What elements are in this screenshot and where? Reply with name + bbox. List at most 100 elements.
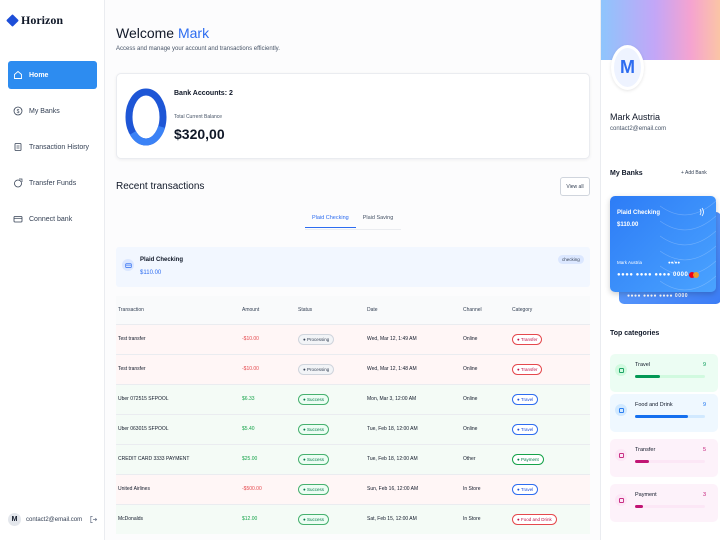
status-text: Success <box>306 456 324 462</box>
tab-plaid-saving[interactable]: Plaid Saving <box>356 212 401 228</box>
tabs-divider <box>305 229 401 230</box>
main-content: Welcome Mark Access and manage your acco… <box>105 0 600 540</box>
page-title: Welcome Mark <box>116 25 209 41</box>
logout-icon[interactable] <box>89 515 98 524</box>
sidebar-item-label: My Banks <box>29 107 60 115</box>
sidebar-item-label: Transaction History <box>29 143 90 151</box>
transaction-channel: Online <box>461 413 510 444</box>
profile-email: contact2@email.com <box>610 126 667 132</box>
view-all-button[interactable]: View all <box>560 177 590 196</box>
page-subtitle: Access and manage your account and trans… <box>116 46 280 52</box>
brand-name: Horizon <box>21 13 63 27</box>
category-text: Food and Drink <box>520 516 552 522</box>
category-card[interactable]: Travel 9 <box>610 354 718 392</box>
column-header: Channel <box>461 296 510 324</box>
home-icon <box>14 70 22 79</box>
avatar: M <box>8 513 21 526</box>
category-card[interactable]: Transfer 5 <box>610 439 718 477</box>
balance-card: Bank Accounts: 2 Total Current Balance $… <box>116 73 590 159</box>
sidebar-item-my-banks[interactable]: $ My Banks <box>8 97 97 125</box>
status-text: Processing <box>306 336 330 342</box>
contactless-icon <box>699 207 704 217</box>
transaction-channel: Other <box>461 443 510 474</box>
card-holder-name: Mark Austria <box>617 260 643 265</box>
sidebar-item-home[interactable]: Home <box>8 61 97 89</box>
column-header: Date <box>365 296 461 324</box>
sidebar-item-transaction-history[interactable]: Transaction History <box>8 133 97 161</box>
plane-icon <box>615 364 627 376</box>
card-balance: $110.00 <box>617 222 639 228</box>
transaction-amount: $5.40 <box>240 413 296 444</box>
bag-icon <box>615 494 627 506</box>
transaction-channel: In Store <box>461 473 510 504</box>
category-card[interactable]: Payment 3 <box>610 484 718 522</box>
table-row[interactable]: Test transfer -$10.00 ● Processing Wed, … <box>116 353 590 384</box>
status-cell: ● Processing <box>296 353 365 384</box>
sidebar-item-label: Home <box>29 71 49 79</box>
transaction-date: Tue, Feb 18, 12:00 AM <box>365 413 461 444</box>
category-badge: ● Travel <box>512 423 539 435</box>
bag-icon <box>615 449 627 461</box>
status-text: Success <box>306 396 324 402</box>
top-categories-title: Top categories <box>610 330 660 337</box>
category-badge: ● Travel <box>512 483 539 495</box>
category-progress-bar <box>635 460 705 463</box>
table-row[interactable]: Test transfer -$10.00 ● Processing Wed, … <box>116 323 590 354</box>
add-bank-label: Add Bank <box>685 170 707 176</box>
sidebar-item-label: Transfer Funds <box>29 179 77 187</box>
bank-card[interactable]: Plaid Checking $110.00 Mark Austria ●●/●… <box>610 196 716 292</box>
category-name: Transfer <box>635 447 656 453</box>
transaction-date: Wed, Mar 12, 1:49 AM <box>365 323 461 354</box>
transaction-amount: -$500.00 <box>240 473 296 504</box>
category-cell: ● Food and Drink <box>510 503 590 534</box>
status-badge: ● Success <box>298 453 329 465</box>
category-count: 9 <box>702 402 706 408</box>
status-text: Success <box>306 516 324 522</box>
card-number: ●●●● ●●●● ●●●● 0000 <box>617 272 689 278</box>
bank-accounts-count: Bank Accounts: 2 <box>174 90 233 97</box>
balance-donut-chart <box>125 88 167 146</box>
status-text: Success <box>306 486 324 492</box>
table-row[interactable]: CREDIT CARD 3333 PAYMENT $25.00 ● Succes… <box>116 443 590 474</box>
column-header: Transaction <box>116 296 240 324</box>
bank-name: Plaid Checking <box>140 257 184 263</box>
add-bank-button[interactable]: + Add Bank <box>681 170 707 176</box>
category-cell: ● Transfer <box>510 323 590 354</box>
plus-icon: + <box>681 170 684 176</box>
category-progress-fill <box>635 375 660 378</box>
category-progress-bar <box>635 415 705 418</box>
sidebar-item-transfer-funds[interactable]: Transfer Funds <box>8 169 97 197</box>
category-text: Travel <box>520 396 534 402</box>
category-progress-fill <box>635 415 688 418</box>
transaction-date: Tue, Feb 18, 12:00 AM <box>365 443 461 474</box>
bank-info-strip: Plaid Checking $110.00 checking <box>116 247 590 287</box>
category-progress-bar <box>635 375 705 378</box>
profile-avatar: M <box>611 45 644 90</box>
transaction-date: Sat, Feb 15, 12:00 AM <box>365 503 461 534</box>
table-row[interactable]: United Airlines -$500.00 ● Success Sun, … <box>116 473 590 504</box>
status-text: Processing <box>306 366 330 372</box>
status-cell: ● Success <box>296 443 365 474</box>
card-add-icon <box>13 216 23 223</box>
column-header: Category <box>510 296 590 324</box>
transaction-name: United Airlines <box>116 473 240 504</box>
category-cell: ● Transfer <box>510 353 590 384</box>
table-row[interactable]: McDonalds $12.00 ● Success Sat, Feb 15, … <box>116 503 590 534</box>
category-name: Travel <box>635 362 651 368</box>
status-badge: ● Success <box>298 513 329 525</box>
svg-text:$: $ <box>17 109 20 115</box>
bank-icon <box>122 259 134 271</box>
transaction-channel: Online <box>461 383 510 414</box>
status-text: Success <box>306 426 324 432</box>
transaction-date: Wed, Mar 12, 1:48 AM <box>365 353 461 384</box>
table-row[interactable]: Uber 063015 SFPOOL $5.40 ● Success Tue, … <box>116 413 590 444</box>
brand-logo[interactable]: Horizon <box>6 13 63 28</box>
category-card[interactable]: Food and Drink 9 <box>610 394 718 432</box>
tab-plaid-checking[interactable]: Plaid Checking <box>305 212 356 228</box>
category-badge: ● Food and Drink <box>512 513 557 525</box>
category-cell: ● Travel <box>510 413 590 444</box>
transaction-amount: $6.33 <box>240 383 296 414</box>
status-badge: ● Processing <box>298 333 335 345</box>
sidebar-item-connect-bank[interactable]: Connect bank <box>8 205 97 233</box>
table-row[interactable]: Uber 072515 SFPOOL $6.33 ● Success Mon, … <box>116 383 590 414</box>
